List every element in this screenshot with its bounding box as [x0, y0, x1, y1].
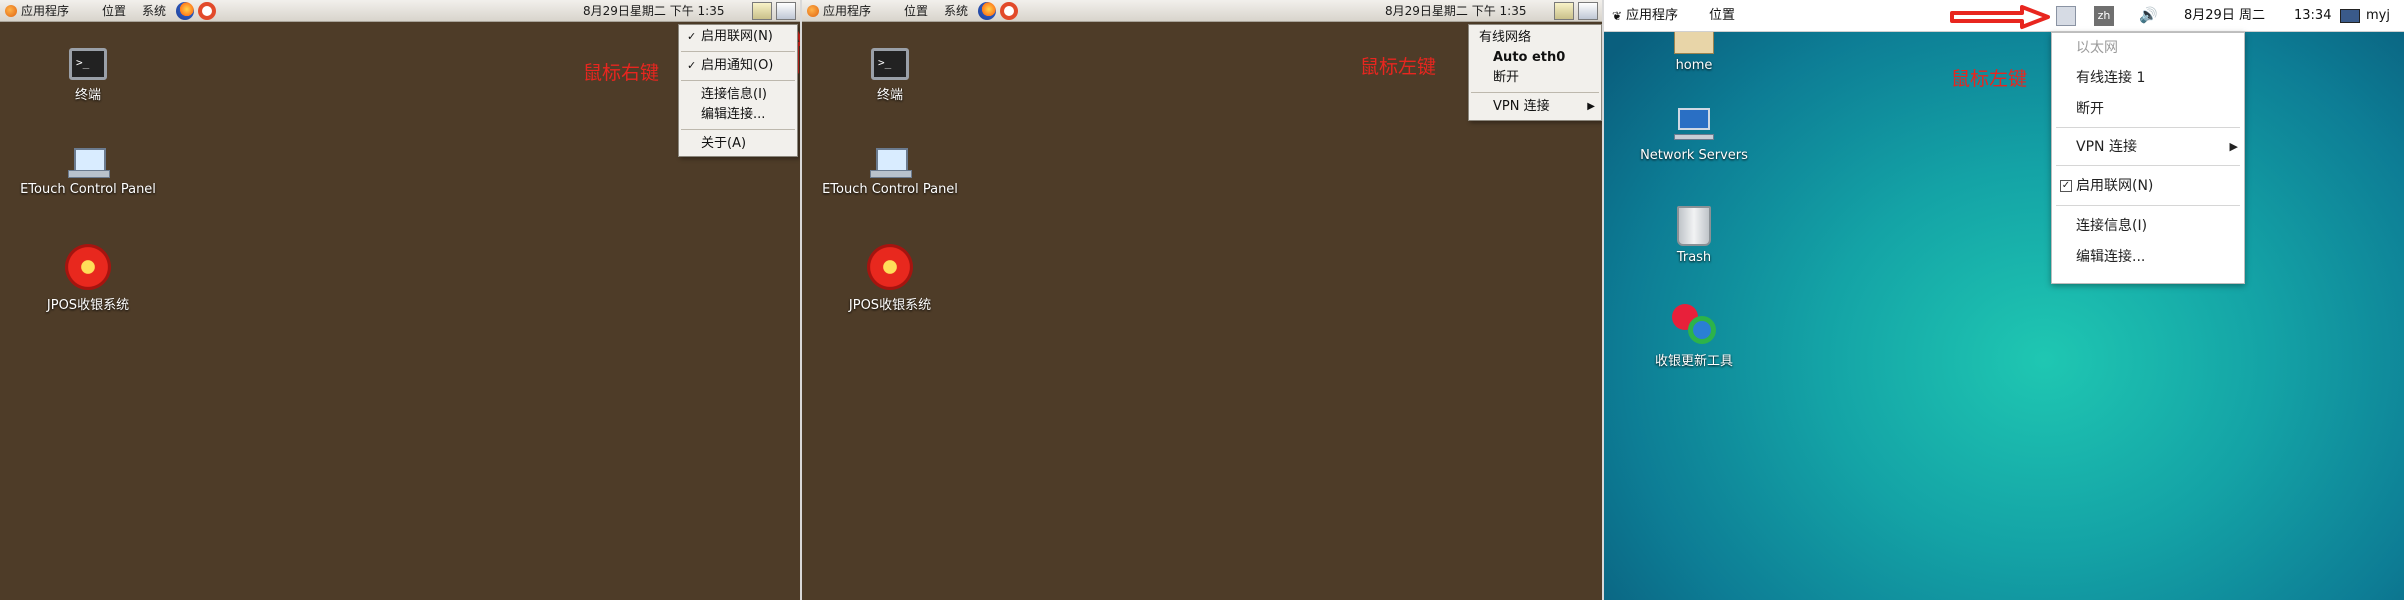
network-menu: 以太网 有线连接 1 断开 VPN 连接 ▶ ✓ 启用联网(N) 连接信息(I)… [2051, 32, 2245, 284]
desktop-icon-etouch[interactable]: ETouch Control Panel [805, 148, 975, 197]
network-tray-icon[interactable] [776, 2, 796, 20]
menu-separator [2056, 127, 2240, 128]
desktop-icon-home[interactable]: home [1604, 32, 1784, 73]
desktop-icon-update-tool[interactable]: 收银更新工具 [1604, 302, 1784, 369]
annotation-label: 鼠标左键 [1360, 56, 1437, 78]
volume-icon[interactable]: 🔊 [2139, 7, 2158, 23]
gnome-foot-icon[interactable] [807, 5, 819, 17]
firefox-icon[interactable] [978, 2, 996, 20]
user-name[interactable]: myj [2366, 8, 2390, 24]
menu-item-enable-notifications[interactable]: ✓ 启用通知(O) [679, 56, 797, 76]
input-method-indicator[interactable]: zh [2094, 6, 2114, 26]
menu-separator [2056, 205, 2240, 206]
annotation-label: 鼠标左键 [1951, 68, 2028, 90]
desktop-icon-label: 收银更新工具 [1654, 354, 1733, 369]
desktop-icon-label: Trash [1676, 250, 1712, 265]
system-menu[interactable]: 系统 [944, 3, 968, 19]
menu-item-disconnect[interactable]: 断开 [2052, 98, 2246, 120]
network-tray-icon[interactable] [2056, 6, 2076, 26]
applications-menu[interactable]: 应用程序 [21, 3, 69, 19]
network-menu: 有线网络 Auto eth0 断开 VPN 连接 ▶ [1468, 24, 1602, 121]
checkbox-checked-icon: ✓ [2060, 180, 2072, 192]
desktop-icon-terminal[interactable]: >_ 终端 [3, 48, 173, 103]
menu-item-connection-info[interactable]: 连接信息(I) [679, 85, 797, 105]
menu-separator [1471, 92, 1599, 93]
desktop-icon-label: 终端 [876, 88, 903, 103]
menu-item-about[interactable]: 关于(A) [679, 134, 797, 154]
menu-item-vpn[interactable]: VPN 连接 ▶ [1469, 97, 1601, 117]
laptop-icon [870, 148, 912, 178]
menu-item-edit-connections[interactable]: 编辑连接... [679, 105, 797, 125]
home-folder-icon [1674, 32, 1714, 54]
screenshot-panel-left-click: 应用程序 位置 系统 8月29日星期二 下午 1:35 >_ 终端 ETouch… [802, 0, 1602, 600]
submenu-arrow-icon: ▶ [1587, 101, 1595, 112]
firefox-icon[interactable] [176, 2, 194, 20]
help-icon[interactable] [1000, 2, 1018, 20]
menu-item-connection-info[interactable]: 连接信息(I) [2052, 215, 2246, 237]
desktop-icon-etouch[interactable]: ETouch Control Panel [3, 148, 173, 197]
desktop-icon-label: JPOS收银系统 [848, 298, 932, 313]
menu-separator [681, 51, 795, 52]
trash-icon [1677, 206, 1711, 246]
jpos-icon [65, 244, 111, 290]
clock[interactable]: 8月29日星期二 下午 1:35 [1385, 3, 1526, 19]
desktop-icon-label: 终端 [74, 88, 101, 103]
menu-separator [2056, 165, 2240, 166]
date[interactable]: 8月29日 周二 [2184, 8, 2265, 24]
menu-item-wired-connection[interactable]: 有线连接 1 [2052, 67, 2246, 89]
menu-header-wired: 有线网络 [1479, 30, 1532, 45]
clock[interactable]: 8月29日星期二 下午 1:35 [583, 3, 724, 19]
desktop-icon-label: Network Servers [1640, 148, 1748, 163]
red-right-arrow-icon [1950, 5, 2050, 29]
update-tool-icon [1670, 302, 1718, 346]
menu-item-auto-eth0[interactable]: Auto eth0 [1469, 48, 1601, 68]
menu-item-enable-networking[interactable]: ✓ 启用联网(N) [2052, 175, 2246, 197]
menu-header-ethernet: 以太网 [2076, 40, 2118, 56]
time[interactable]: 13:34 [2294, 8, 2331, 24]
jpos-icon [867, 244, 913, 290]
desktop-icon-jpos[interactable]: JPOS收银系统 [3, 244, 173, 313]
applications-menu[interactable]: 应用程序 [823, 3, 871, 19]
desktop-icon-label: ETouch Control Panel [822, 182, 958, 197]
network-context-menu: ✓ 启用联网(N) ✓ 启用通知(O) 连接信息(I) 编辑连接... 关于(A… [678, 24, 798, 157]
desktop-icon-label: ETouch Control Panel [20, 182, 156, 197]
desktop-icon-label: home [1675, 58, 1713, 73]
menu-item-disconnect[interactable]: 断开 [1469, 68, 1601, 88]
places-menu[interactable]: 位置 [904, 3, 928, 19]
desktop-icon-label: JPOS收银系统 [46, 298, 130, 313]
applications-menu[interactable]: 应用程序 [1626, 8, 1678, 24]
terminal-icon: >_ [69, 48, 107, 80]
desktop-icon-terminal[interactable]: >_ 终端 [805, 48, 975, 103]
network-servers-icon [1674, 108, 1714, 144]
menu-item-edit-connections[interactable]: 编辑连接... [2052, 246, 2246, 268]
foot-icon[interactable]: ❦ [1612, 8, 1622, 24]
laptop-icon [68, 148, 110, 178]
menu-item-enable-networking[interactable]: ✓ 启用联网(N) [679, 27, 797, 47]
menu-separator [681, 129, 795, 130]
desktop-icon-trash[interactable]: Trash [1604, 206, 1784, 265]
check-icon: ✓ [687, 30, 697, 43]
network-tray-icon[interactable] [1578, 2, 1598, 20]
notes-tray-icon[interactable] [752, 2, 772, 20]
desktop-icon-network-servers[interactable]: Network Servers [1604, 108, 1784, 163]
screenshot-panel-right-click: 应用程序 位置 系统 8月29日星期二 下午 1:35 >_ 终端 ETouch… [0, 0, 800, 600]
system-menu[interactable]: 系统 [142, 3, 166, 19]
help-icon[interactable] [198, 2, 216, 20]
terminal-icon: >_ [871, 48, 909, 80]
menu-separator [681, 80, 795, 81]
places-menu[interactable]: 位置 [102, 3, 126, 19]
gnome-foot-icon[interactable] [5, 5, 17, 17]
screenshot-panel-gnome3: ❦ 应用程序 位置 zh 🔊 8月29日 周二 13:34 myj home N… [1604, 0, 2404, 600]
notes-tray-icon[interactable] [1554, 2, 1574, 20]
menu-item-vpn[interactable]: VPN 连接 ▶ [2052, 136, 2246, 158]
user-monitor-icon [2340, 9, 2360, 23]
desktop-icon-jpos[interactable]: JPOS收银系统 [805, 244, 975, 313]
check-icon: ✓ [687, 59, 697, 72]
places-menu[interactable]: 位置 [1709, 8, 1735, 24]
annotation-label: 鼠标右键 [583, 62, 660, 84]
top-panel: 应用程序 位置 系统 8月29日星期二 下午 1:35 [0, 0, 800, 22]
submenu-arrow-icon: ▶ [2229, 140, 2238, 153]
top-panel: 应用程序 位置 系统 8月29日星期二 下午 1:35 [802, 0, 1602, 22]
